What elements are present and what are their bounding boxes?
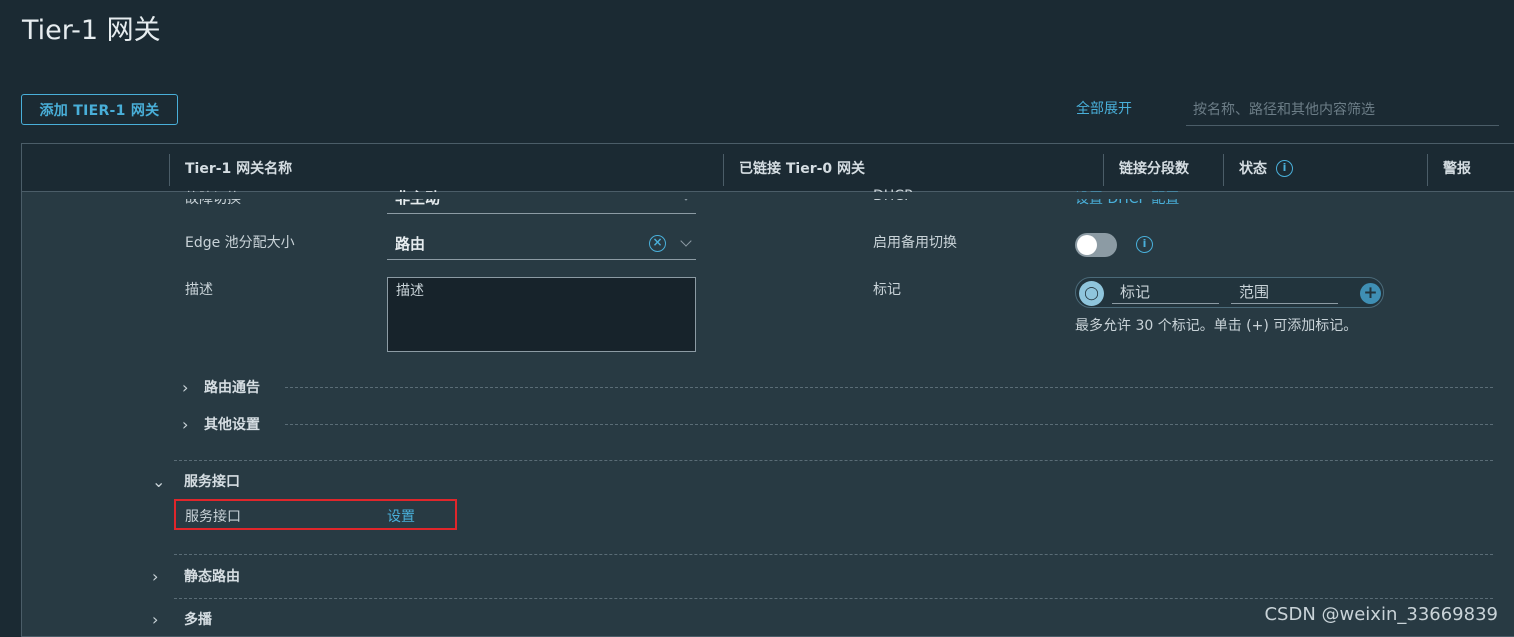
- scroll-cutoff: [22, 192, 1514, 199]
- tag-icon: ◯: [1079, 281, 1104, 306]
- group-static-routes[interactable]: › 静态路由: [152, 566, 240, 586]
- section-title: 其他设置: [204, 417, 260, 433]
- divider: [174, 598, 1493, 599]
- divider: [174, 554, 1493, 555]
- status-label: 状态: [1239, 161, 1267, 177]
- grid-header: Tier-1 网关名称 已链接 Tier-0 网关 链接分段数 状态 i 警报: [22, 144, 1514, 192]
- chevron-right-icon: ›: [182, 377, 189, 397]
- column-separator: [723, 154, 724, 186]
- column-separator: [169, 154, 170, 186]
- column-separator: [1103, 154, 1104, 186]
- info-icon[interactable]: i: [1276, 159, 1293, 177]
- column-header-tier0[interactable]: 已链接 Tier-0 网关: [739, 144, 865, 192]
- tags-label: 标记: [873, 282, 901, 298]
- edge-pool-label: Edge 池分配大小: [185, 235, 295, 251]
- column-separator: [1223, 154, 1224, 186]
- group-multicast[interactable]: › 多播: [152, 609, 212, 629]
- group-title: 多播: [184, 612, 212, 628]
- tag-input-group: ◯ 标记 范围 +: [1075, 277, 1384, 308]
- divider: [285, 387, 1493, 388]
- divider: [174, 460, 1493, 461]
- group-service-interface[interactable]: ⌄ 服务接口: [152, 471, 240, 491]
- tag-field[interactable]: 标记: [1112, 281, 1219, 304]
- standby-label: 启用备用切换: [873, 235, 957, 251]
- clear-icon[interactable]: ×: [649, 235, 666, 252]
- tags-hint: 最多允许 30 个标记。单击 (+) 可添加标记。: [1075, 318, 1358, 334]
- chevron-right-icon: ›: [152, 609, 159, 629]
- filter-input[interactable]: [1186, 94, 1499, 126]
- group-title: 服务接口: [184, 474, 240, 490]
- section-other-settings[interactable]: › 其他设置: [182, 413, 260, 435]
- section-title: 路由通告: [204, 380, 260, 396]
- chevron-right-icon: ›: [182, 414, 189, 434]
- info-icon[interactable]: i: [1136, 236, 1153, 253]
- page-title: Tier-1 网关: [22, 15, 161, 46]
- expand-all-link[interactable]: 全部展开: [1076, 98, 1132, 118]
- divider: [285, 424, 1493, 425]
- description-textarea[interactable]: 描述: [387, 277, 696, 352]
- group-title: 静态路由: [184, 569, 240, 585]
- column-separator: [1427, 154, 1428, 186]
- highlight-box: [174, 499, 457, 530]
- column-header-status[interactable]: 状态 i: [1239, 144, 1293, 192]
- scope-field[interactable]: 范围: [1231, 281, 1338, 304]
- watermark: CSDN @weixin_33669839: [1264, 604, 1498, 625]
- standby-toggle[interactable]: [1075, 233, 1117, 257]
- edge-pool-select[interactable]: 路由 ×: [387, 228, 696, 260]
- column-header-name[interactable]: Tier-1 网关名称: [185, 144, 292, 192]
- section-route-advertisement[interactable]: › 路由通告: [182, 376, 260, 398]
- chevron-right-icon: ›: [152, 566, 159, 586]
- chevron-down-icon: ⌄: [152, 471, 166, 491]
- column-header-segments[interactable]: 链接分段数: [1119, 144, 1189, 192]
- description-label: 描述: [185, 282, 213, 298]
- edge-pool-value: 路由: [395, 235, 426, 253]
- chevron-down-icon: [680, 235, 692, 247]
- gateway-grid: Tier-1 网关名称 已链接 Tier-0 网关 链接分段数 状态 i 警报 …: [21, 143, 1514, 637]
- plus-icon[interactable]: +: [1360, 283, 1381, 304]
- add-tier1-gateway-button[interactable]: 添加 TIER-1 网关: [21, 94, 178, 125]
- column-header-alarms[interactable]: 警报: [1443, 144, 1471, 192]
